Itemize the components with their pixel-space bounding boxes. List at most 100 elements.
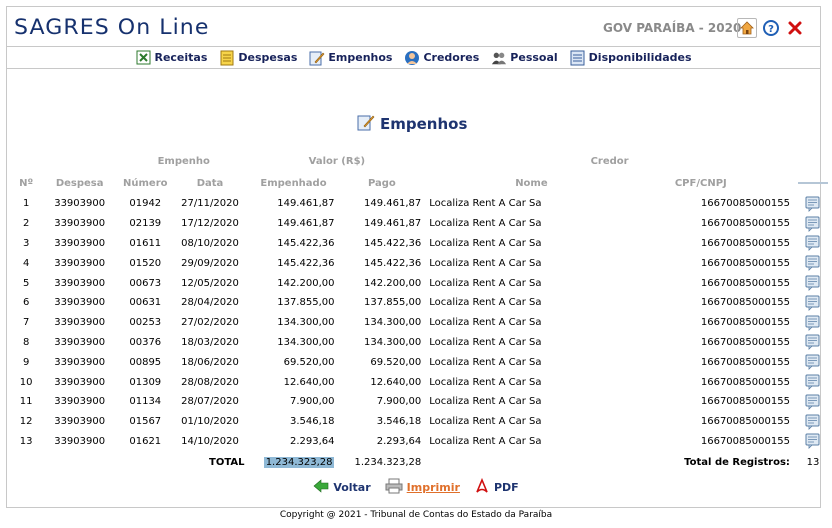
table-row: 8 33903900 00376 18/03/2020 134.300,00 134.30… [12, 333, 832, 353]
row-nome: Localiza Rent A Car Sa [429, 396, 542, 408]
row-ordem: 7 [22, 317, 30, 329]
detail-icon[interactable] [805, 374, 821, 391]
row-data: 08/10/2020 [181, 237, 239, 249]
detail-icon[interactable] [805, 295, 821, 311]
row-pago: 142.200,00 [364, 277, 422, 289]
detail-icon[interactable] [805, 255, 821, 272]
row-pago: 145.422,36 [364, 237, 422, 249]
row-nome: Localiza Rent A Car Sa [429, 277, 542, 289]
row-data: 27/02/2020 [181, 317, 239, 329]
voltar-link[interactable]: Voltar [313, 478, 371, 497]
row-despesa: 33903900 [54, 257, 106, 269]
col-header-pago: Pago [367, 177, 396, 189]
row-nome: Localiza Rent A Car Sa [429, 317, 542, 329]
detail-icon[interactable] [805, 354, 821, 371]
row-detail-cell [794, 352, 832, 372]
row-cpf-cnpj: 16670085000155 [700, 336, 790, 348]
row-ordem: 12 [19, 416, 33, 428]
page-title: Empenhos [357, 113, 467, 135]
row-pago: 137.855,00 [364, 297, 422, 309]
menu-bar: Receitas Despesas Empenhos Credores Pess… [7, 47, 820, 69]
row-numero: 00253 [129, 317, 162, 329]
row-empenhado: 149.461,87 [277, 198, 335, 210]
detail-icon[interactable] [805, 275, 821, 292]
disponibilidades-icon [570, 50, 586, 66]
row-cpf-cnpj: 16670085000155 [700, 257, 790, 269]
app-logo: SAGRES On Line [14, 15, 210, 39]
table-row: 1 33903900 01942 27/11/2020 149.461,87 149.46… [12, 194, 832, 214]
total-row: TOTAL 1.234.323,28 1.234.323,28 Total de… [12, 451, 832, 473]
detail-icon[interactable] [805, 334, 821, 351]
row-numero: 01309 [129, 376, 162, 388]
row-numero: 01942 [129, 198, 162, 210]
row-pago: 69.520,00 [370, 356, 422, 368]
footer-links: Voltar Imprimir PDF [0, 477, 832, 497]
row-cpf-cnpj: 16670085000155 [700, 218, 790, 230]
menu-empenhos[interactable]: Empenhos [309, 50, 392, 66]
row-cpf-cnpj: 16670085000155 [700, 376, 790, 388]
detail-icon[interactable] [805, 394, 821, 410]
row-pago: 3.546,18 [376, 416, 422, 428]
empenhos-table: Empenho Valor (R$) Credor Nº Despesa Núm… [12, 150, 832, 473]
row-detail-cell [794, 372, 832, 392]
total-registros-count: 13 [806, 456, 820, 468]
total-empenhado: 1.234.323,28 [263, 456, 335, 468]
row-nome: Localiza Rent A Car Sa [429, 416, 542, 428]
total-registros-label: Total de Registros: [684, 456, 790, 468]
row-numero: 00673 [129, 277, 162, 289]
group-header-empenho: Empenho [157, 155, 210, 167]
total-label: TOTAL [209, 456, 245, 468]
table-row: 6 33903900 00631 28/04/2020 137.855,00 137.85… [12, 293, 832, 313]
detail-icon[interactable] [805, 414, 821, 430]
home-icon[interactable] [737, 18, 757, 38]
table-row: 11 33903900 01134 28/07/2020 7.900,00 7.900,0… [12, 392, 832, 412]
row-empenhado: 3.546,18 [289, 416, 335, 428]
row-despesa: 33903900 [54, 356, 106, 368]
menu-disponibilidades[interactable]: Disponibilidades [570, 50, 692, 66]
row-numero: 01567 [129, 416, 162, 428]
col-header-despesa: Despesa [55, 177, 104, 189]
imprimir-link[interactable]: Imprimir [385, 478, 460, 497]
row-despesa: 33903900 [54, 416, 106, 428]
help-icon[interactable]: ? [761, 18, 781, 38]
menu-pessoal[interactable]: Pessoal [491, 50, 558, 66]
row-detail-cell [794, 313, 832, 333]
menu-despesas[interactable]: Despesas [219, 50, 297, 66]
row-empenhado: 137.855,00 [277, 297, 335, 309]
row-numero: 00631 [129, 297, 162, 309]
row-detail-cell [794, 293, 832, 313]
row-data: 12/05/2020 [181, 277, 239, 289]
row-ordem: 13 [19, 435, 33, 447]
row-cpf-cnpj: 16670085000155 [700, 297, 790, 309]
row-detail-cell [794, 333, 832, 353]
empenhos-title-icon [357, 113, 375, 135]
row-pago: 134.300,00 [364, 317, 422, 329]
row-data: 17/12/2020 [181, 218, 239, 230]
empenhos-icon [309, 50, 325, 66]
detail-icon[interactable] [805, 216, 821, 232]
row-detail-cell [794, 234, 832, 254]
menu-credores[interactable]: Credores [404, 50, 479, 66]
row-cpf-cnpj: 16670085000155 [700, 435, 790, 447]
row-nome: Localiza Rent A Car Sa [429, 435, 542, 447]
printer-icon [385, 478, 403, 497]
row-data: 18/06/2020 [181, 356, 239, 368]
row-empenhado: 145.422,36 [277, 257, 335, 269]
detail-icon[interactable] [805, 315, 821, 331]
row-ordem: 1 [22, 198, 30, 210]
detail-icon[interactable] [805, 235, 821, 252]
row-nome: Localiza Rent A Car Sa [429, 336, 542, 348]
row-empenhado: 2.293,64 [289, 435, 335, 447]
detail-icon[interactable] [805, 433, 821, 450]
pdf-link[interactable]: PDF [474, 477, 519, 497]
row-data: 27/11/2020 [181, 198, 239, 210]
detail-icon[interactable] [805, 196, 821, 212]
row-data: 14/10/2020 [181, 435, 239, 447]
menu-receitas[interactable]: Receitas [135, 50, 207, 66]
row-nome: Localiza Rent A Car Sa [429, 356, 542, 368]
close-icon[interactable] [785, 18, 805, 38]
row-ordem: 10 [19, 376, 33, 388]
total-pago: 1.234.323,28 [354, 456, 422, 468]
row-numero: 00895 [129, 356, 162, 368]
row-despesa: 33903900 [54, 218, 106, 230]
